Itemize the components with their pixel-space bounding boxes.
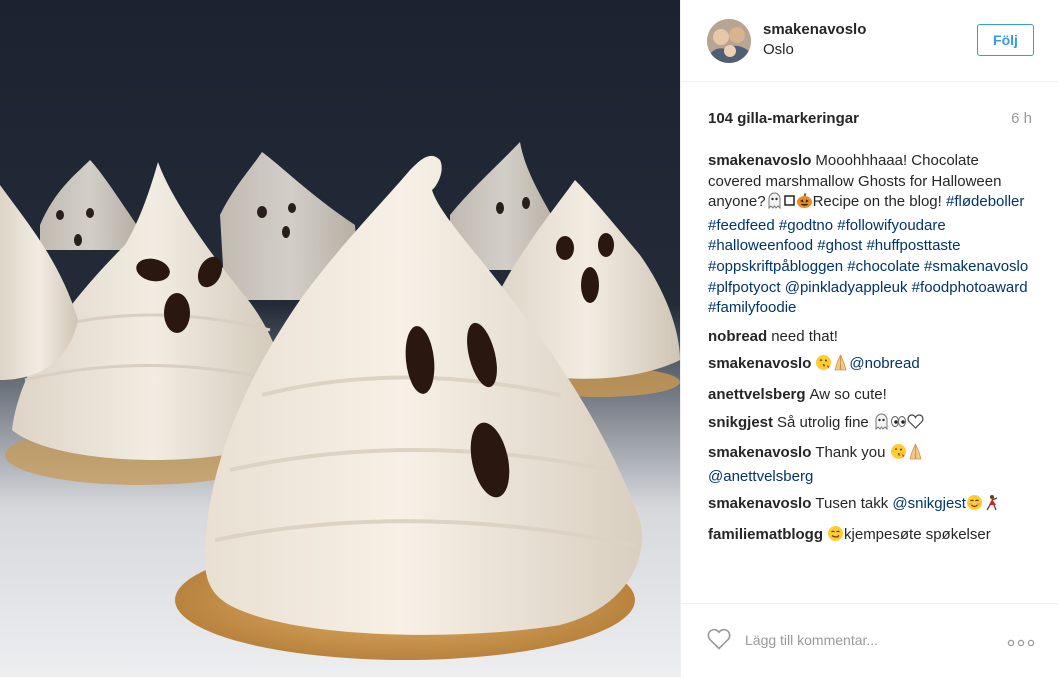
comment-text: Aw so cute! bbox=[809, 385, 887, 403]
comment-text: need that! bbox=[771, 327, 838, 345]
mention-link[interactable]: @anettvelsberg bbox=[708, 468, 813, 485]
comment-author[interactable]: snikgjest bbox=[708, 414, 773, 431]
kiss-face-emoji-icon bbox=[890, 443, 907, 467]
folded-hands-emoji-icon bbox=[832, 354, 849, 378]
list-item: smakenavoslo Tusen takk @snikgjest bbox=[708, 494, 1033, 518]
list-item: smakenavoslo @nobread bbox=[708, 354, 1033, 378]
comment-author[interactable]: smakenavoslo bbox=[708, 152, 811, 169]
ghost-emoji-icon bbox=[766, 192, 783, 216]
list-item: anettvelsberg Aw so cute! bbox=[708, 385, 1033, 406]
comment-author[interactable]: nobread bbox=[708, 328, 767, 345]
post-photo[interactable] bbox=[0, 0, 680, 677]
likes-count[interactable]: 104 gilla-markeringar bbox=[708, 110, 859, 127]
comment-author[interactable]: smakenavoslo bbox=[708, 495, 811, 512]
post-footer bbox=[681, 603, 1058, 677]
comment-input[interactable] bbox=[745, 628, 995, 652]
location[interactable]: Oslo bbox=[763, 41, 794, 58]
list-item: familiematblogg kjempesøte spøkelser bbox=[708, 525, 1033, 549]
hashtag-links[interactable]: #flødeboller #feedfeed #godtno #followif… bbox=[708, 193, 1028, 316]
post-header: smakenavoslo Oslo Följ bbox=[681, 0, 1058, 82]
dancer-emoji-icon bbox=[983, 494, 1000, 518]
avatar[interactable] bbox=[707, 19, 751, 63]
comment-text: Thank you bbox=[815, 444, 890, 462]
pumpkin-emoji-icon bbox=[796, 192, 813, 216]
kiss-face-emoji-icon bbox=[815, 354, 832, 378]
follow-button[interactable]: Följ bbox=[977, 24, 1034, 56]
heart-icon[interactable] bbox=[707, 628, 731, 655]
caption: smakenavoslo Mooohhhaaa! Chocolate covere… bbox=[708, 151, 1033, 319]
post-details-panel: smakenavoslo Oslo Följ 104 gilla-markeri… bbox=[680, 0, 1058, 677]
caption-text-continued: Recipe on the blog! bbox=[812, 193, 946, 211]
comment-text: kjempesøte spøkelser bbox=[844, 525, 991, 543]
comment-text: Tusen takk bbox=[815, 495, 893, 513]
list-item: snikgjest Så utrolig fine bbox=[708, 413, 1033, 437]
white-heart-emoji-icon bbox=[907, 413, 924, 437]
comment-author[interactable]: anettvelsberg bbox=[708, 386, 806, 403]
folded-hands-emoji-icon bbox=[907, 443, 924, 467]
more-options-icon[interactable] bbox=[1007, 634, 1035, 652]
ghost-emoji-icon bbox=[873, 413, 890, 437]
black-square-emoji-icon bbox=[783, 192, 796, 216]
food-photo-marshmallow-ghosts bbox=[0, 0, 680, 677]
comment-list: smakenavoslo Mooohhhaaa! Chocolate covere… bbox=[708, 151, 1033, 556]
list-item: smakenavoslo Thank you @anettvelsberg bbox=[708, 443, 1033, 487]
mention-link[interactable]: @nobread bbox=[849, 355, 919, 372]
username[interactable]: smakenavoslo bbox=[763, 21, 866, 38]
comment-author[interactable]: smakenavoslo bbox=[708, 355, 811, 372]
mention-link[interactable]: @snikgjest bbox=[892, 495, 966, 512]
list-item: nobread need that! bbox=[708, 327, 1033, 348]
comment-author[interactable]: smakenavoslo bbox=[708, 444, 811, 461]
eyes-emoji-icon bbox=[890, 413, 907, 437]
comment-text: Så utrolig fine bbox=[777, 413, 873, 431]
yum-face-emoji-icon bbox=[827, 525, 844, 549]
post-time[interactable]: 6 h bbox=[1011, 110, 1032, 127]
smiling-face-emoji-icon bbox=[966, 494, 983, 518]
comment-author[interactable]: familiematblogg bbox=[708, 526, 823, 543]
profile-photo bbox=[707, 19, 751, 63]
